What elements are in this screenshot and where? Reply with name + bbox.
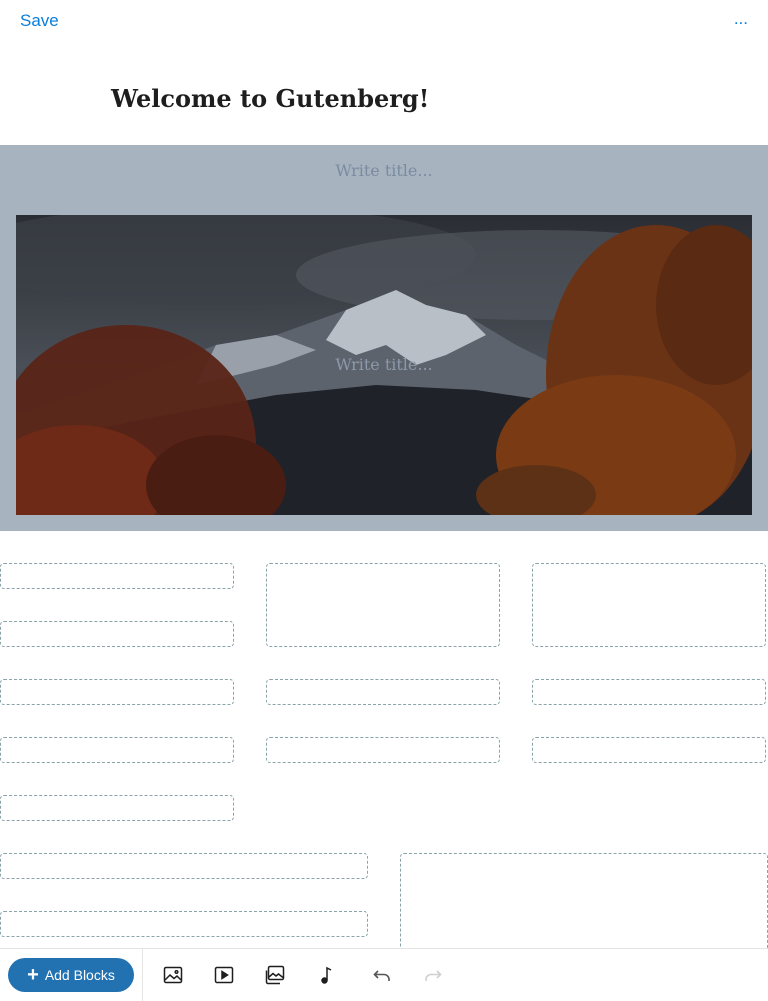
plus-icon: + <box>27 964 39 986</box>
placeholder-block[interactable] <box>532 679 766 705</box>
placeholder-block[interactable] <box>0 737 234 763</box>
image-icon[interactable] <box>161 963 185 987</box>
placeholder-block[interactable] <box>0 679 234 705</box>
video-icon[interactable] <box>212 963 236 987</box>
cover-block[interactable]: Write title... Write title... <box>0 145 768 531</box>
post-title[interactable]: Welcome to Gutenberg! <box>111 84 429 113</box>
cover-image[interactable]: Write title... <box>16 215 752 515</box>
cover-title-placeholder[interactable]: Write title... <box>0 161 768 180</box>
bottom-toolbar: + Add Blocks <box>0 948 768 1001</box>
top-bar: Save ... <box>0 0 768 44</box>
placeholder-block[interactable] <box>0 795 234 821</box>
placeholder-block[interactable] <box>0 621 234 647</box>
placeholder-block[interactable] <box>266 679 500 705</box>
placeholder-block[interactable] <box>0 911 368 937</box>
placeholder-block[interactable] <box>532 737 766 763</box>
toolbar-divider <box>142 949 143 1001</box>
placeholder-block[interactable] <box>266 737 500 763</box>
more-options-button[interactable]: ... <box>734 9 748 29</box>
cover-inner-title-placeholder[interactable]: Write title... <box>16 355 752 374</box>
gallery-icon[interactable] <box>263 963 287 987</box>
placeholder-block[interactable] <box>0 563 234 589</box>
redo-icon <box>421 963 445 987</box>
add-blocks-label: Add Blocks <box>44 967 115 983</box>
placeholder-block[interactable] <box>532 563 766 647</box>
placeholder-block[interactable] <box>0 853 368 879</box>
undo-icon[interactable] <box>370 963 394 987</box>
placeholder-block[interactable] <box>266 563 500 647</box>
save-button[interactable]: Save <box>20 11 59 31</box>
add-blocks-button[interactable]: + Add Blocks <box>8 958 134 992</box>
audio-icon[interactable] <box>314 963 338 987</box>
